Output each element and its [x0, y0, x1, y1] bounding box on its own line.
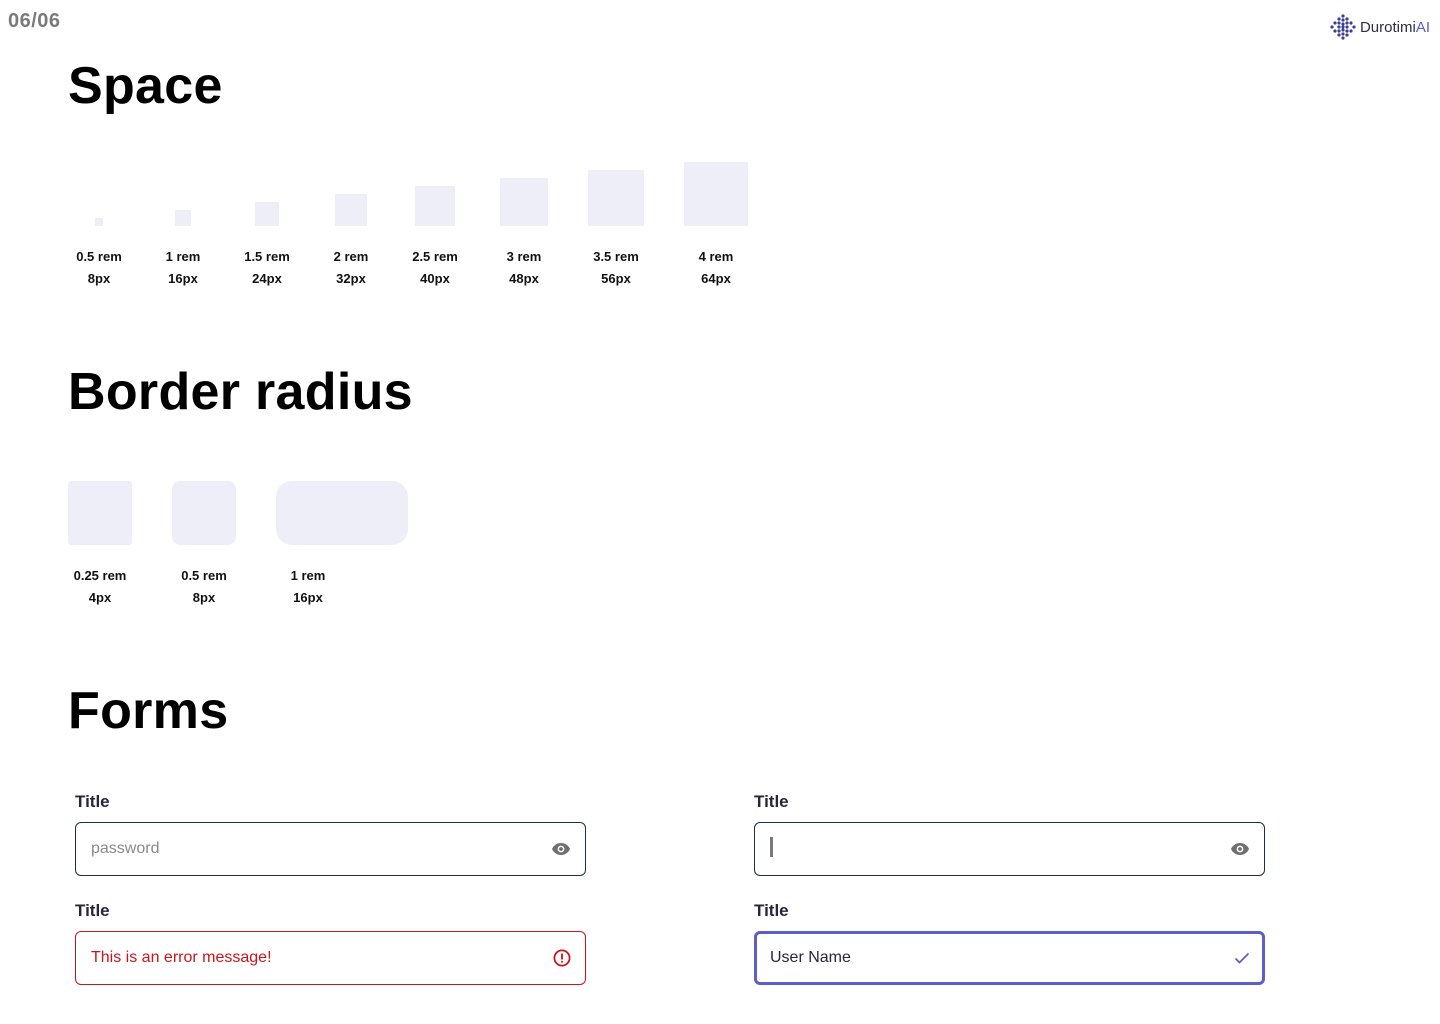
px-value: 16px	[293, 590, 323, 605]
px-value: 4px	[88, 590, 112, 605]
space-caption: 2.5 rem 40px	[385, 246, 485, 290]
brand-logo: Durotimi AI	[1330, 14, 1430, 40]
password-field[interactable]: password	[75, 822, 586, 876]
error-field[interactable]: This is an error message!	[75, 931, 586, 985]
space-swatch-64	[684, 162, 748, 226]
error-icon	[553, 949, 571, 967]
space-swatch-8	[95, 218, 103, 226]
space-swatch-32	[335, 194, 367, 226]
eye-icon[interactable]	[1230, 842, 1250, 856]
username-value: User Name	[770, 949, 851, 966]
rem-value: 3 rem	[506, 249, 542, 264]
brand-suffix: AI	[1415, 18, 1430, 36]
password-placeholder: password	[91, 840, 160, 857]
page-number: 06/06	[8, 10, 61, 32]
px-value: 64px	[701, 271, 731, 286]
space-caption: 3.5 rem 56px	[566, 246, 666, 290]
radius-swatch-4	[68, 481, 132, 545]
rem-value: 1 rem	[290, 568, 326, 583]
space-swatch-16	[175, 210, 191, 226]
forms-heading: Forms	[68, 682, 229, 740]
field-label: Title	[754, 901, 789, 920]
field-label: Title	[75, 792, 110, 811]
check-icon	[1234, 952, 1250, 964]
px-value: 56px	[601, 271, 631, 286]
space-swatch-48	[500, 178, 548, 226]
radius-caption: 1 rem 16px	[258, 565, 358, 609]
space-swatch-40	[415, 186, 455, 226]
username-field[interactable]: User Name	[754, 931, 1265, 985]
space-swatch-24	[255, 202, 279, 226]
error-message: This is an error message!	[91, 949, 272, 966]
radius-caption: 0.25 rem 4px	[50, 565, 150, 609]
space-swatch-56	[588, 170, 644, 226]
rem-value: 3.5 rem	[593, 249, 639, 264]
radius-caption: 0.5 rem 8px	[154, 565, 254, 609]
space-caption: 4 rem 64px	[666, 246, 766, 290]
rem-value: 0.5 rem	[181, 568, 227, 583]
text-field-active[interactable]	[754, 822, 1265, 876]
rem-value: 0.25 rem	[73, 568, 127, 583]
rem-value: 2.5 rem	[412, 249, 458, 264]
rem-value: 4 rem	[698, 249, 734, 264]
space-caption: 3 rem 48px	[474, 246, 574, 290]
field-label: Title	[754, 792, 789, 811]
eye-icon[interactable]	[551, 842, 571, 856]
px-value: 40px	[420, 271, 450, 286]
border-radius-heading: Border radius	[68, 363, 413, 421]
space-heading: Space	[68, 57, 223, 115]
brand-name: Durotimi	[1359, 18, 1416, 36]
px-value: 8px	[192, 590, 216, 605]
px-value: 48px	[509, 271, 539, 286]
radius-swatch-16	[276, 481, 408, 545]
radius-swatch-8	[172, 481, 236, 545]
durotimi-logo-icon	[1330, 14, 1356, 40]
text-cursor	[770, 836, 1230, 862]
field-label: Title	[75, 901, 110, 920]
